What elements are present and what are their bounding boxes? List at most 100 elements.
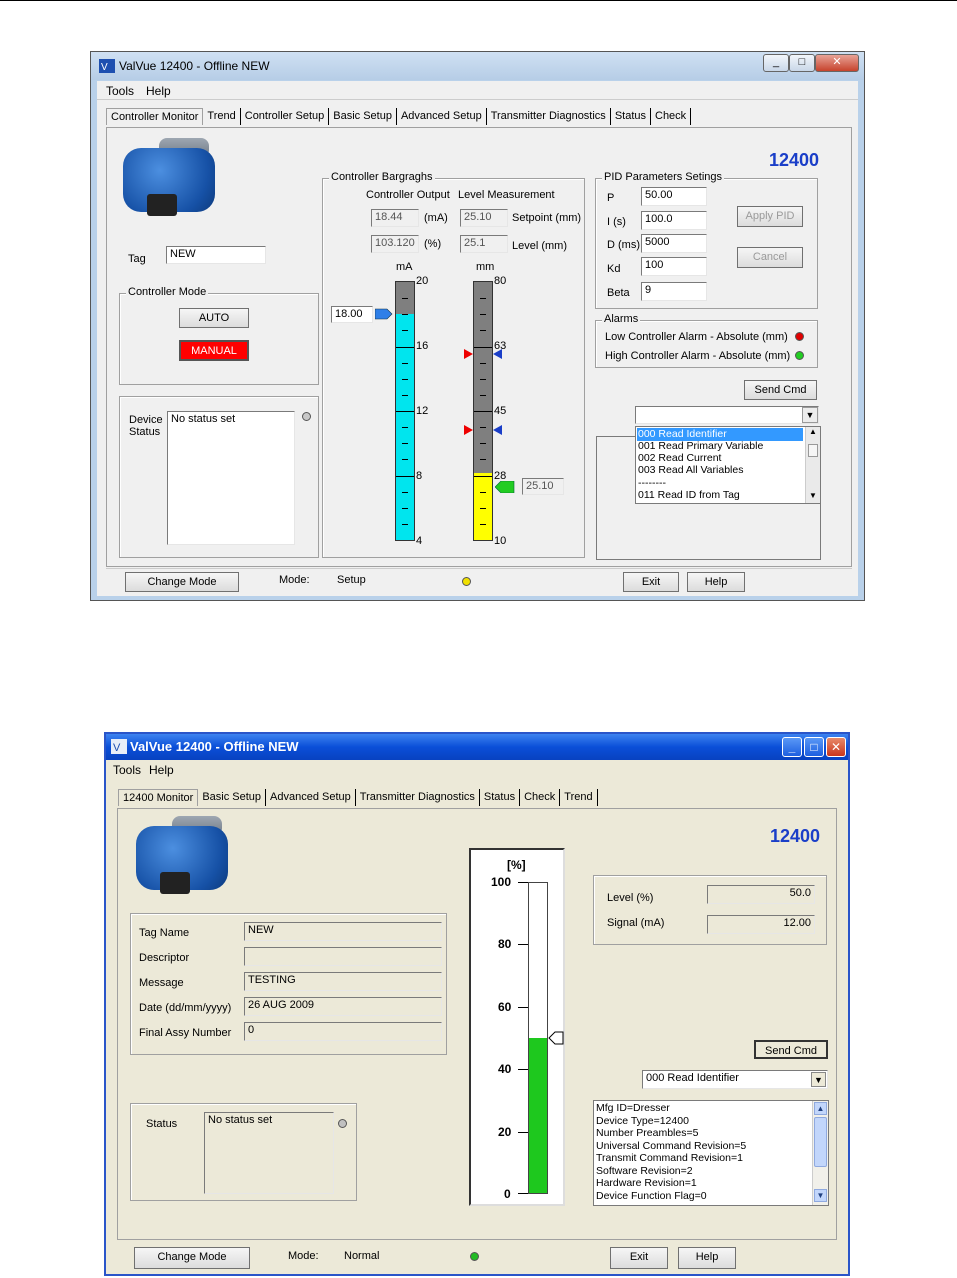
scale-tick [480, 427, 486, 429]
controller-output-header: Controller Output [366, 189, 450, 201]
minimize-icon: _ [788, 740, 796, 754]
scale-tick [402, 491, 408, 493]
ma-pointer-icon[interactable] [375, 308, 393, 320]
menu-tools[interactable]: Tools [106, 84, 134, 98]
tab-12400-monitor[interactable]: 12400 Monitor [118, 789, 199, 806]
status-label: Status [146, 1118, 178, 1130]
level-label: Level (%) [607, 892, 654, 904]
scale-tick [480, 443, 486, 445]
close-button[interactable]: ✕ [815, 54, 859, 72]
kd-label: Kd [607, 263, 621, 275]
command-option[interactable]: 001 Read Primary Variable [638, 440, 763, 452]
message-input[interactable]: TESTING [244, 972, 442, 991]
scale-tick [402, 394, 408, 396]
tab-advanced-setup[interactable]: Advanced Setup [266, 789, 356, 806]
level-label: Level (mm) [512, 240, 568, 252]
exit-button[interactable]: Exit [610, 1247, 668, 1269]
final-assy-input[interactable]: 0 [244, 1022, 442, 1041]
tab-controller-setup[interactable]: Controller Setup [241, 108, 330, 125]
mode-value: Setup [337, 574, 366, 586]
exit-button[interactable]: Exit [623, 572, 679, 592]
response-line: Transmit Command Revision=1 [596, 1152, 743, 1164]
scale-tick [480, 330, 486, 332]
send-cmd-button[interactable]: Send Cmd [754, 1040, 828, 1059]
percent-bargraph-frame [469, 848, 565, 1206]
minimize-button[interactable]: _ [763, 54, 789, 72]
menu-tools[interactable]: Tools [113, 763, 141, 777]
mm-tick-label: 45 [494, 405, 507, 417]
command-option[interactable]: 000 Read Identifier [638, 428, 727, 440]
title-bar[interactable]: V ValVue 12400 - Offline NEW _ □ ✕ [91, 52, 864, 80]
scroll-down-icon[interactable]: ▼ [809, 491, 817, 500]
beta-input[interactable]: 9 [641, 282, 707, 301]
tab-check[interactable]: Check [651, 108, 692, 125]
i-label: I (s) [607, 216, 626, 228]
scroll-up-icon[interactable]: ▲ [814, 1102, 827, 1115]
chevron-down-icon[interactable]: ▼ [802, 407, 818, 423]
tab-check[interactable]: Check [520, 789, 561, 806]
maximize-button[interactable]: □ [789, 54, 815, 72]
cancel-button[interactable]: Cancel [737, 247, 803, 268]
maximize-button[interactable]: □ [804, 737, 824, 757]
tab-status[interactable]: Status [611, 108, 651, 125]
chevron-down-icon[interactable]: ▼ [811, 1072, 826, 1087]
scroll-thumb[interactable] [814, 1117, 827, 1167]
response-line: Hardware Revision=1 [596, 1177, 697, 1189]
menu-help[interactable]: Help [149, 763, 174, 777]
tab-basic-setup[interactable]: Basic Setup [198, 789, 267, 806]
ma-setpoint-input[interactable]: 18.00 [331, 306, 373, 323]
close-button[interactable]: ✕ [826, 737, 846, 757]
tab-transmitter-diagnostics[interactable]: Transmitter Diagnostics [356, 789, 480, 806]
client-area: Controller Monitor Trend Controller Setu… [97, 100, 858, 596]
scroll-thumb[interactable] [808, 444, 818, 457]
scale-tick [396, 475, 414, 477]
high-alarm-left-marker-icon [464, 349, 473, 359]
tab-controller-monitor[interactable]: Controller Monitor [106, 108, 204, 125]
mm-unit: mm [476, 261, 495, 273]
command-option[interactable]: 003 Read All Variables [638, 464, 743, 476]
i-input[interactable]: 100.0 [641, 211, 707, 230]
response-scrollbar[interactable]: ▲ ▼ [812, 1101, 828, 1205]
title-bar[interactable]: V ValVue 12400 - Offline NEW _ □ ✕ [106, 734, 848, 760]
minimize-button[interactable]: _ [782, 737, 802, 757]
scale-tick [474, 346, 492, 348]
p-input[interactable]: 50.00 [641, 187, 707, 206]
scroll-up-icon[interactable]: ▲ [809, 427, 817, 436]
tag-name-input[interactable]: NEW [244, 922, 442, 941]
manual-button[interactable]: MANUAL [179, 340, 249, 361]
help-button[interactable]: Help [678, 1247, 736, 1269]
help-button[interactable]: Help [687, 572, 745, 592]
tab-transmitter-diagnostics[interactable]: Transmitter Diagnostics [487, 108, 611, 125]
tab-basic-setup[interactable]: Basic Setup [329, 108, 397, 125]
kd-input[interactable]: 100 [641, 257, 707, 276]
send-cmd-button[interactable]: Send Cmd [744, 380, 817, 400]
app-icon: V [111, 739, 127, 754]
tab-trend[interactable]: Trend [560, 789, 598, 806]
change-mode-button[interactable]: Change Mode [125, 572, 239, 592]
d-input[interactable]: 5000 [641, 234, 707, 253]
dropdown-scrollbar[interactable]: ▲ ▼ [805, 427, 820, 503]
response-text: Mfg ID=Dresser Device Type=12400 Number Pr… [596, 1102, 810, 1202]
command-combobox[interactable] [635, 406, 819, 424]
scroll-down-icon[interactable]: ▼ [814, 1189, 827, 1202]
command-option[interactable]: 002 Read Current [638, 452, 721, 464]
menu-help[interactable]: Help [146, 84, 171, 98]
date-input[interactable]: 26 AUG 2009 [244, 997, 442, 1016]
descriptor-input[interactable] [244, 947, 442, 966]
tab-status[interactable]: Status [480, 789, 521, 806]
pid-title: PID Parameters Setings [602, 171, 724, 183]
tag-input[interactable]: NEW [166, 246, 266, 264]
auto-button[interactable]: AUTO [179, 308, 249, 328]
window-12400-monitor: V ValVue 12400 - Offline NEW _ □ ✕ Tools… [104, 732, 850, 1276]
scale-tick [480, 523, 486, 525]
device-status-label: Device Status [129, 414, 163, 438]
apply-pid-button[interactable]: Apply PID [737, 206, 803, 227]
tab-advanced-setup[interactable]: Advanced Setup [397, 108, 487, 125]
tab-trend[interactable]: Trend [203, 108, 241, 125]
change-mode-button[interactable]: Change Mode [134, 1247, 250, 1269]
close-icon: ✕ [832, 56, 842, 68]
command-option[interactable]: 011 Read ID from Tag [638, 489, 740, 501]
device-image [117, 136, 237, 228]
command-combobox[interactable]: 000 Read Identifier [642, 1070, 828, 1089]
command-dropdown-list[interactable]: 000 Read Identifier 001 Read Primary Var… [635, 426, 821, 504]
